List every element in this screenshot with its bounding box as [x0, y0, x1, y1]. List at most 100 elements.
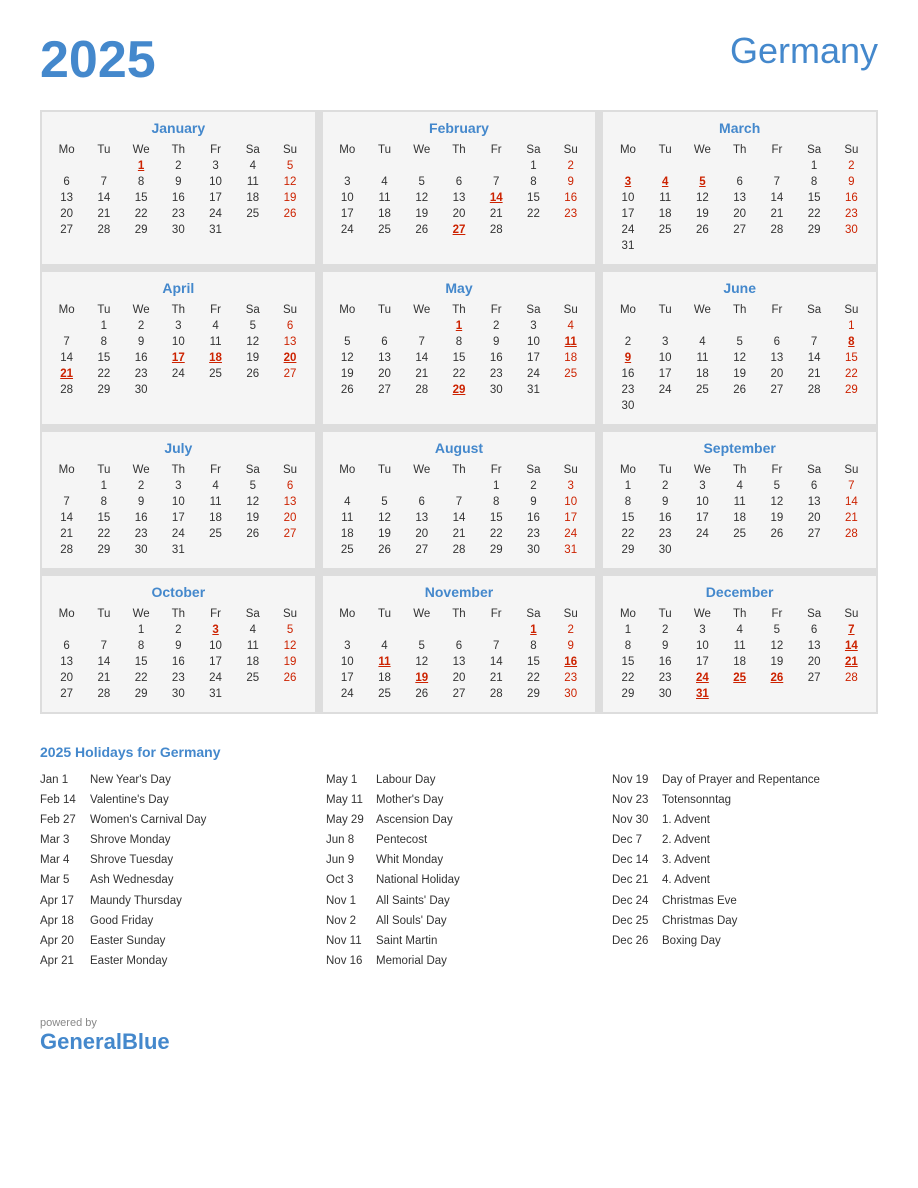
calendar-day: 18: [197, 510, 234, 526]
calendar-day: 3: [160, 318, 197, 334]
month-block-june: JuneMoTuWeThFrSaSu1234567891011121314151…: [603, 272, 876, 424]
calendar-day: 14: [833, 638, 870, 654]
month-table-july: MoTuWeThFrSaSu12345678910111213141516171…: [48, 462, 309, 558]
calendar-day: 18: [721, 654, 758, 670]
calendar-day: 30: [122, 382, 159, 398]
calendar-day: 28: [758, 222, 795, 238]
calendar-day: 10: [329, 190, 366, 206]
calendar-day: 15: [440, 350, 477, 366]
calendar-day: 15: [85, 510, 122, 526]
calendar-day: 19: [271, 190, 308, 206]
calendar-day: 11: [721, 494, 758, 510]
brand-blue: Blue: [122, 1029, 170, 1054]
holiday-name: Whit Monday: [376, 852, 443, 868]
calendar-day: 20: [796, 654, 833, 670]
calendar-day: 16: [515, 510, 552, 526]
weekday-header: We: [403, 302, 440, 318]
month-name-april: April: [48, 280, 309, 296]
calendar-day: 9: [552, 638, 589, 654]
holiday-name: Mother's Day: [376, 792, 443, 808]
calendar-day: 11: [647, 190, 684, 206]
calendar-day: [329, 622, 366, 638]
weekday-header: Sa: [796, 142, 833, 158]
calendar-day: 31: [609, 238, 646, 254]
weekday-header: Sa: [234, 302, 271, 318]
calendar-day: [758, 238, 795, 254]
calendar-day: [440, 622, 477, 638]
calendar-day: 28: [478, 222, 515, 238]
brand-general: General: [40, 1029, 122, 1054]
weekday-header: Fr: [197, 462, 234, 478]
calendar-day: 11: [234, 638, 271, 654]
weekday-header: We: [122, 142, 159, 158]
calendar-day: [85, 158, 122, 174]
calendar-day: 12: [271, 174, 308, 190]
calendar-day: 18: [366, 206, 403, 222]
calendar-day: 25: [234, 206, 271, 222]
calendar-day: 24: [515, 366, 552, 382]
calendar-day: 18: [329, 526, 366, 542]
calendar-day: 15: [609, 510, 646, 526]
weekday-header: Sa: [796, 302, 833, 318]
calendar-day: 1: [478, 478, 515, 494]
calendar-day: 14: [478, 654, 515, 670]
holiday-name: Christmas Day: [662, 913, 737, 929]
calendar-day: 26: [684, 222, 721, 238]
calendar-day: 4: [647, 174, 684, 190]
weekday-header: Su: [552, 462, 589, 478]
weekday-header: Mo: [329, 606, 366, 622]
calendar-day: 26: [403, 222, 440, 238]
calendar-day: 26: [366, 542, 403, 558]
calendar-day: [684, 398, 721, 414]
calendar-day: 8: [85, 334, 122, 350]
calendar-day: 18: [552, 350, 589, 366]
calendar-day: 10: [197, 638, 234, 654]
calendar-day: 10: [609, 190, 646, 206]
calendar-day: 17: [552, 510, 589, 526]
calendar-day: 1: [515, 158, 552, 174]
calendar-day: [833, 542, 870, 558]
calendar-day: 3: [329, 638, 366, 654]
calendar-day: 28: [48, 542, 85, 558]
calendar-day: 23: [647, 670, 684, 686]
calendar-day: 30: [552, 686, 589, 702]
weekday-header: Su: [552, 142, 589, 158]
calendar-day: 6: [796, 478, 833, 494]
weekday-header: We: [403, 142, 440, 158]
weekday-header: Mo: [48, 142, 85, 158]
calendar-day: 2: [647, 478, 684, 494]
calendar-day: 2: [160, 158, 197, 174]
calendar-day: 13: [271, 494, 308, 510]
weekday-header: Tu: [366, 462, 403, 478]
calendar-day: 14: [833, 494, 870, 510]
calendar-day: 19: [758, 654, 795, 670]
month-table-february: MoTuWeThFrSaSu12345678910111213141516171…: [329, 142, 590, 238]
month-name-november: November: [329, 584, 590, 600]
calendar-day: 11: [234, 174, 271, 190]
weekday-header: Fr: [478, 462, 515, 478]
weekday-header: Su: [833, 462, 870, 478]
month-name-february: February: [329, 120, 590, 136]
calendar-day: 8: [122, 174, 159, 190]
calendar-day: 4: [721, 478, 758, 494]
holiday-item: Jun 8Pentecost: [326, 832, 592, 848]
calendar-day: 7: [833, 478, 870, 494]
calendar-day: 16: [552, 654, 589, 670]
calendar-day: 20: [440, 670, 477, 686]
calendar-day: 7: [478, 638, 515, 654]
calendar-day: 12: [366, 510, 403, 526]
calendar-day: [721, 158, 758, 174]
calendar-day: 6: [271, 318, 308, 334]
calendar-day: 27: [440, 686, 477, 702]
calendar-day: 1: [796, 158, 833, 174]
weekday-header: Th: [721, 302, 758, 318]
calendar-day: 22: [478, 526, 515, 542]
calendar-day: 10: [197, 174, 234, 190]
weekday-header: We: [684, 302, 721, 318]
calendar-day: 21: [85, 670, 122, 686]
calendar-day: 20: [48, 670, 85, 686]
weekday-header: Sa: [515, 606, 552, 622]
holiday-name: Maundy Thursday: [90, 893, 182, 909]
calendar-day: 17: [647, 366, 684, 382]
calendar-day: 8: [609, 638, 646, 654]
